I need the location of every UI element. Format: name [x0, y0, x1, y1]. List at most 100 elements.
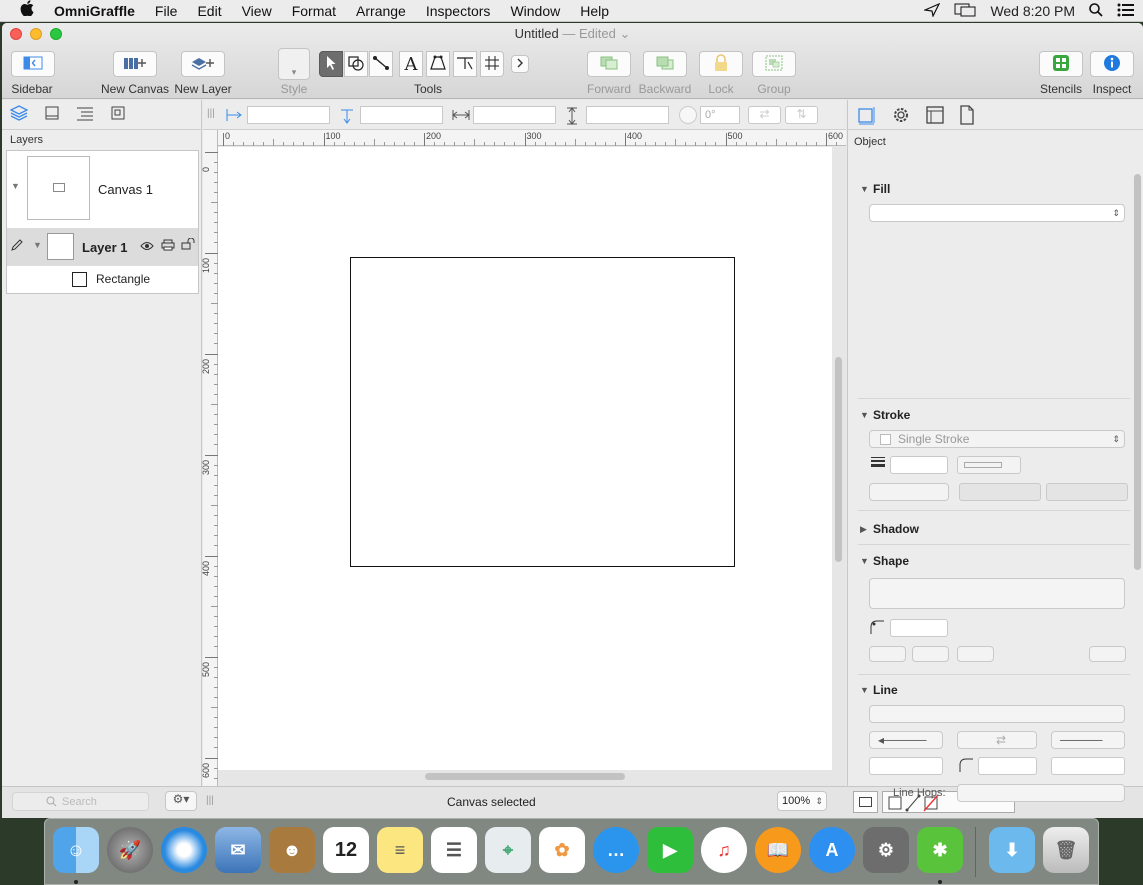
shape-op-button-4[interactable]: [1089, 646, 1126, 662]
canvas-name[interactable]: Canvas 1: [98, 182, 153, 197]
backward-button[interactable]: [643, 51, 687, 77]
app-menu[interactable]: OmniGraffle: [44, 3, 145, 19]
tab-objects[interactable]: [101, 100, 134, 130]
tab-outline[interactable]: [68, 100, 101, 130]
tab-canvases[interactable]: [35, 100, 68, 130]
corner-style-segmented[interactable]: [959, 483, 1041, 501]
finder-icon[interactable]: ☺: [53, 827, 99, 873]
menu-edit[interactable]: Edit: [187, 3, 231, 19]
more-tools-button[interactable]: [511, 55, 529, 73]
vertical-scrollbar[interactable]: [835, 357, 842, 562]
height-field[interactable]: [586, 106, 669, 124]
system-preferences-icon[interactable]: ⚙: [863, 827, 909, 873]
menu-arrange[interactable]: Arrange: [346, 3, 416, 19]
new-canvas-button[interactable]: [113, 51, 157, 77]
shape-tool[interactable]: [344, 51, 368, 77]
width-field[interactable]: [473, 106, 556, 124]
object-row[interactable]: Rectangle: [7, 266, 198, 294]
stroke-checkbox[interactable]: [880, 434, 891, 445]
stencils-button[interactable]: [1039, 51, 1083, 77]
group-button[interactable]: [752, 51, 796, 77]
y-position-field[interactable]: [360, 106, 443, 124]
line-type-select[interactable]: [869, 705, 1125, 723]
flip-vertical-button[interactable]: ⇅: [785, 106, 818, 124]
new-layer-button[interactable]: [181, 51, 225, 77]
line-corner-field[interactable]: [978, 757, 1037, 775]
notes-icon[interactable]: ≡: [377, 827, 423, 873]
menu-inspectors[interactable]: Inspectors: [416, 3, 501, 19]
inspect-button[interactable]: [1090, 51, 1134, 77]
menu-format[interactable]: Format: [282, 3, 346, 19]
menu-window[interactable]: Window: [500, 3, 570, 19]
rotation-field[interactable]: 0°: [700, 106, 740, 124]
sidebar-search-input[interactable]: Search: [12, 792, 149, 811]
location-icon[interactable]: [923, 2, 941, 20]
shape-op-button-2[interactable]: [912, 646, 949, 662]
layer-row[interactable]: ▼ Layer 1: [7, 228, 198, 266]
spotlight-search-icon[interactable]: [1089, 2, 1103, 20]
lock-button[interactable]: [699, 51, 743, 77]
tab-properties-gear-icon[interactable]: [891, 105, 911, 128]
omnigraffle-icon[interactable]: ✱: [917, 827, 963, 873]
trash-icon[interactable]: 🗑: [1043, 827, 1089, 873]
selection-tool[interactable]: [319, 51, 343, 77]
line-width-field[interactable]: [869, 757, 943, 775]
sidebar-button[interactable]: [11, 51, 55, 77]
stroke-disclosure-icon[interactable]: ▼: [860, 410, 869, 420]
layer-name[interactable]: Layer 1: [82, 240, 128, 255]
action-menu-button[interactable]: ⚙▾: [165, 791, 197, 811]
tab-canvas-icon[interactable]: [925, 105, 945, 128]
tab-layers[interactable]: [2, 100, 35, 130]
line-tail-select[interactable]: ◂─────: [869, 731, 943, 749]
stroke-width-field[interactable]: [890, 456, 948, 474]
contacts-icon[interactable]: ☻: [269, 827, 315, 873]
line-section-label[interactable]: Line: [873, 683, 898, 697]
safari-icon[interactable]: ✦: [161, 827, 207, 873]
stroke-corner-select[interactable]: [869, 483, 949, 501]
document-status[interactable]: — Edited: [562, 26, 615, 41]
forward-button[interactable]: [587, 51, 631, 77]
style-button[interactable]: ▾: [278, 48, 310, 80]
maps-icon[interactable]: ⌖: [485, 827, 531, 873]
rotation-knob-icon[interactable]: [679, 106, 697, 124]
launchpad-icon[interactable]: 🚀: [107, 827, 153, 873]
tab-document-icon[interactable]: [959, 105, 975, 128]
text-tool[interactable]: A: [399, 51, 423, 77]
tab-object-icon[interactable]: [857, 105, 877, 128]
fill-type-select[interactable]: ⇕: [869, 204, 1125, 222]
menu-file[interactable]: File: [145, 3, 188, 19]
x-position-field[interactable]: [247, 106, 330, 124]
line-head-select[interactable]: ─────: [1051, 731, 1125, 749]
reminders-icon[interactable]: ☰: [431, 827, 477, 873]
notification-center-icon[interactable]: [1117, 3, 1135, 20]
shape-disclosure-icon[interactable]: ▼: [860, 556, 869, 566]
menu-help[interactable]: Help: [570, 3, 619, 19]
menubar-clock[interactable]: Wed 8:20 PM: [990, 3, 1075, 19]
stroke-pattern-select[interactable]: [957, 456, 1021, 474]
shape-op-button-1[interactable]: [869, 646, 906, 662]
mail-icon[interactable]: ✉: [215, 827, 261, 873]
rectangle-shape[interactable]: [350, 257, 735, 567]
pencil-icon[interactable]: [11, 239, 23, 254]
itunes-icon[interactable]: ♫: [701, 827, 747, 873]
fill-swatch-button[interactable]: [853, 791, 878, 813]
display-mirroring-icon[interactable]: [954, 3, 976, 20]
inspector-scrollbar[interactable]: [1134, 174, 1141, 570]
swap-ends-button[interactable]: ⇄: [957, 731, 1037, 749]
apple-menu-icon[interactable]: [0, 0, 44, 21]
app-store-icon[interactable]: A: [809, 827, 855, 873]
stroke-section-label[interactable]: Stroke: [873, 408, 910, 422]
line-hops-select[interactable]: [957, 784, 1125, 802]
photos-icon[interactable]: ✿: [539, 827, 585, 873]
chevron-down-icon[interactable]: ⌄: [619, 26, 630, 41]
cap-style-segmented[interactable]: [1046, 483, 1128, 501]
menu-view[interactable]: View: [232, 3, 282, 19]
line-midpoint-field[interactable]: [1051, 757, 1125, 775]
facetime-icon[interactable]: ▶: [647, 827, 693, 873]
stroke-type-select[interactable]: Single Stroke ⇕: [869, 430, 1125, 448]
flip-horizontal-button[interactable]: ⇄: [748, 106, 781, 124]
downloads-folder-icon[interactable]: ⬇: [989, 827, 1035, 873]
grid-tool[interactable]: [480, 51, 504, 77]
object-name[interactable]: Rectangle: [96, 272, 150, 286]
ibooks-icon[interactable]: 📖: [755, 827, 801, 873]
